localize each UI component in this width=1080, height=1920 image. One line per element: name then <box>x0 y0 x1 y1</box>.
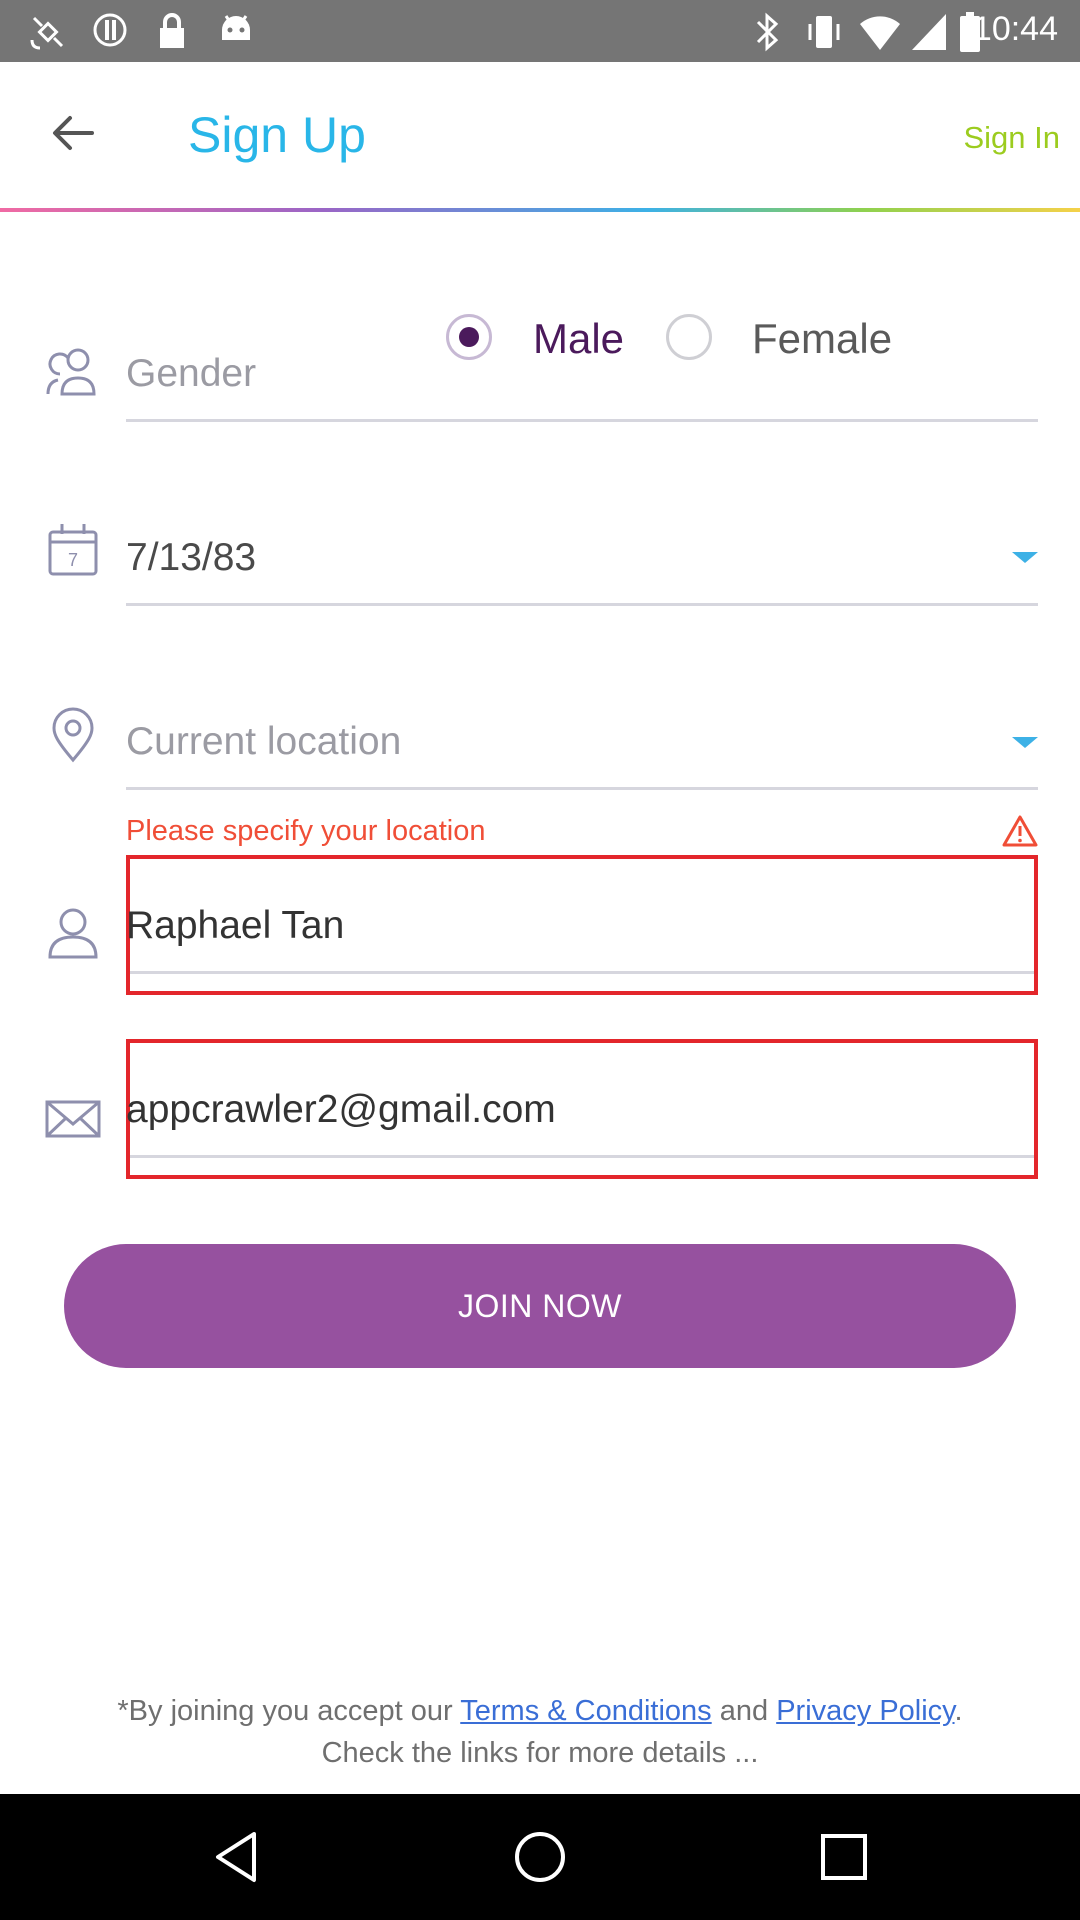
vibrate-icon <box>808 16 840 48</box>
sign-in-link[interactable]: Sign In <box>963 120 1060 156</box>
page-title: Sign Up <box>188 107 366 163</box>
sync-icon <box>93 13 127 47</box>
wifi-icon <box>860 16 900 50</box>
terms-prefix: *By joining you accept our <box>117 1695 461 1727</box>
envelope-icon <box>45 1100 101 1138</box>
calendar-icon-day: 7 <box>68 550 78 570</box>
name-input[interactable]: Raphael Tan <box>126 904 344 948</box>
location-dropdown-arrow-icon[interactable] <box>1012 737 1038 748</box>
terms-middle: and <box>711 1695 777 1727</box>
gender-male-label[interactable]: Male <box>533 315 624 363</box>
gender-female-label[interactable]: Female <box>752 315 892 363</box>
join-now-button[interactable]: JOIN NOW <box>64 1244 1016 1368</box>
terms-line-2: Check the links for more details ... <box>321 1737 759 1769</box>
android-icon <box>222 15 250 40</box>
satellite-icon <box>30 16 64 50</box>
terms-suffix: . <box>954 1695 963 1727</box>
birthdate-underline <box>126 603 1038 606</box>
app-header: Sign Up Sign In <box>0 62 1080 210</box>
terms-conditions-link[interactable]: Terms & Conditions <box>460 1695 711 1727</box>
lock-icon <box>160 13 184 48</box>
birthdate-field[interactable]: 7/13/83 <box>126 536 256 580</box>
location-underline <box>126 787 1038 790</box>
name-underline <box>130 971 1034 974</box>
terms-line-1: *By joining you accept our Terms & Condi… <box>0 1690 1080 1732</box>
back-arrow-icon[interactable] <box>40 100 106 166</box>
location-pin-icon <box>52 707 94 763</box>
home-circle-icon[interactable] <box>507 1824 573 1890</box>
gender-icon <box>46 348 96 396</box>
location-error-message: Please specify your location <box>126 815 486 847</box>
email-input[interactable]: appcrawler2@gmail.com <box>126 1088 556 1132</box>
location-input[interactable]: Current location <box>126 720 401 764</box>
user-icon <box>48 908 98 959</box>
calendar-icon: 7 <box>48 524 98 576</box>
status-bar: 10:44 <box>0 0 1080 62</box>
bluetooth-icon <box>756 12 779 52</box>
signal-icon <box>912 14 946 50</box>
recents-square-icon[interactable] <box>811 1824 877 1890</box>
birthdate-dropdown-arrow-icon[interactable] <box>1012 552 1038 563</box>
header-divider <box>0 208 1080 212</box>
privacy-policy-link[interactable]: Privacy Policy <box>776 1695 954 1727</box>
system-nav-bar <box>0 1794 1080 1920</box>
status-time: 10:44 <box>972 10 1058 48</box>
terms-notice: *By joining you accept our Terms & Condi… <box>0 1690 1080 1774</box>
warning-icon <box>1002 815 1038 847</box>
gender-male-radio[interactable] <box>446 314 492 360</box>
gender-underline <box>126 419 1038 422</box>
gender-female-radio[interactable] <box>666 314 712 360</box>
gender-label: Gender <box>126 352 257 395</box>
back-triangle-icon[interactable] <box>204 1824 270 1890</box>
email-underline <box>130 1155 1034 1158</box>
